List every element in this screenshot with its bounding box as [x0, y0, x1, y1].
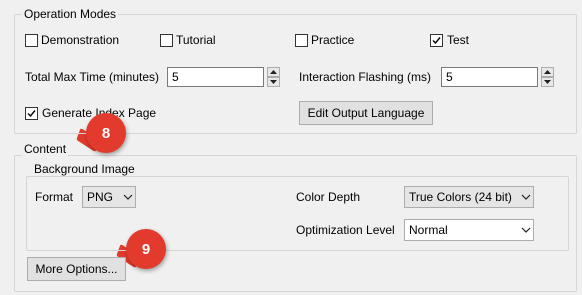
- practice-checkbox[interactable]: [295, 34, 308, 47]
- chevron-down-icon: [521, 227, 531, 233]
- format-select[interactable]: PNG: [82, 186, 136, 208]
- operation-modes-title: Operation Modes: [22, 7, 119, 21]
- arrow-down-icon: [270, 80, 277, 84]
- callout-badge-9-number: 9: [141, 240, 151, 258]
- interaction-flashing-input[interactable]: 5: [441, 67, 538, 87]
- arrow-up-icon: [544, 70, 551, 74]
- more-options-button[interactable]: More Options...: [27, 257, 126, 281]
- color-depth-select[interactable]: True Colors (24 bit): [404, 186, 534, 208]
- stepper-down-button[interactable]: [541, 77, 554, 87]
- stepper-down-button[interactable]: [267, 77, 280, 87]
- background-image-title: Background Image: [32, 162, 137, 176]
- total-max-time-input[interactable]: 5: [167, 67, 264, 87]
- checkmark-icon: [27, 110, 36, 118]
- chevron-down-icon: [123, 194, 133, 200]
- demonstration-label: Demonstration: [41, 33, 120, 47]
- edit-output-language-button[interactable]: Edit Output Language: [299, 101, 433, 125]
- stepper-up-button[interactable]: [541, 67, 554, 77]
- total-max-time-label: Total Max Time (minutes): [25, 70, 160, 84]
- tutorial-label: Tutorial: [176, 33, 216, 47]
- test-checkbox[interactable]: [430, 34, 443, 47]
- total-max-time-stepper[interactable]: [267, 67, 280, 87]
- format-value: PNG: [87, 190, 114, 204]
- arrow-down-icon: [544, 80, 551, 84]
- callout-badge-8-number: 8: [101, 124, 111, 142]
- optimization-level-label: Optimization Level: [296, 223, 395, 237]
- interaction-flashing-stepper[interactable]: [541, 67, 554, 87]
- checkmark-icon: [432, 37, 441, 45]
- demonstration-checkbox[interactable]: [25, 34, 38, 47]
- arrow-up-icon: [270, 70, 277, 74]
- callout-badge-8: 8: [86, 113, 126, 153]
- callout-badge-9: 9: [126, 229, 166, 269]
- optimization-level-value: Normal: [409, 223, 448, 237]
- content-title: Content: [22, 142, 69, 156]
- tutorial-checkbox[interactable]: [160, 34, 173, 47]
- color-depth-value: True Colors (24 bit): [409, 190, 512, 204]
- generate-index-checkbox[interactable]: [25, 107, 38, 120]
- chevron-down-icon: [521, 194, 531, 200]
- stepper-up-button[interactable]: [267, 67, 280, 77]
- practice-label: Practice: [311, 33, 355, 47]
- interaction-flashing-label: Interaction Flashing (ms): [299, 70, 432, 84]
- format-label: Format: [35, 190, 74, 204]
- color-depth-label: Color Depth: [296, 190, 361, 204]
- test-label: Test: [447, 33, 470, 47]
- optimization-level-select[interactable]: Normal: [404, 219, 534, 241]
